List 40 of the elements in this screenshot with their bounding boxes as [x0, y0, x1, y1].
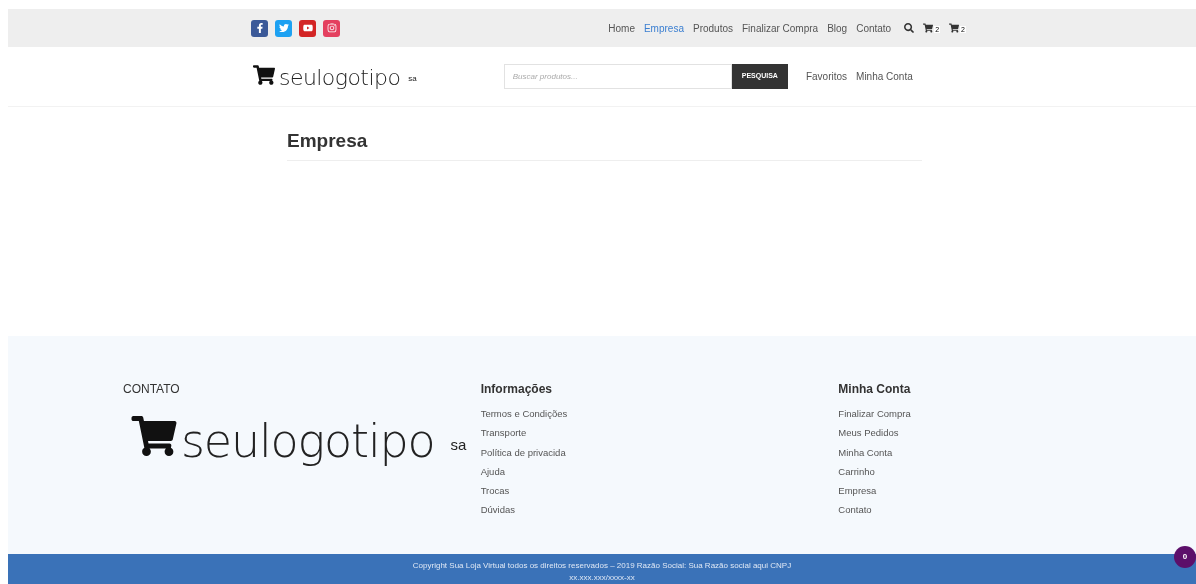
nav-link[interactable]: Contato [856, 20, 892, 36]
cart-icon[interactable] [949, 23, 960, 33]
logo-text: seulogotipo [181, 418, 435, 464]
header-link[interactable]: Minha Conta [856, 69, 913, 84]
facebook-icon[interactable] [251, 19, 268, 37]
footer-link[interactable]: Contato [838, 500, 1196, 520]
logo-suffix: sa [450, 434, 467, 455]
cart-count-badge[interactable]: 0 [1174, 546, 1196, 568]
logo-suffix: sa [408, 72, 417, 85]
logo-text: seulogotipo [279, 66, 401, 89]
header-link[interactable]: Favoritos [805, 69, 848, 84]
cart-icon [131, 416, 177, 456]
instagram-icon[interactable] [323, 19, 340, 37]
nav-link[interactable]: Finalizar Compra [742, 20, 819, 36]
footer-link[interactable]: Minha Conta [838, 442, 1196, 462]
page-title: Empresa [287, 129, 369, 153]
nav-link[interactable]: Empresa [643, 20, 684, 36]
footer-heading: CONTATO [123, 381, 181, 398]
footer-link[interactable]: Carrinho [838, 461, 1196, 482]
footer-link[interactable]: Dúvidas [480, 500, 839, 520]
youtube-icon[interactable] [299, 19, 316, 37]
nav-link[interactable]: Home [608, 20, 635, 36]
footer-link[interactable]: Meus Pedidos [838, 423, 1196, 443]
nav-link[interactable]: Produtos [692, 20, 733, 36]
footer-link[interactable]: Finalizar Compra [838, 404, 1196, 424]
copyright-text: xx.xxx.xxx/xxxx-xx [569, 572, 635, 584]
search-icon[interactable] [904, 23, 915, 33]
cart-icon [253, 64, 275, 85]
footer-link[interactable]: Trocas [480, 481, 839, 501]
cart-icon[interactable] [923, 23, 934, 33]
footer-heading: Minha Conta [838, 381, 912, 398]
nav-link[interactable]: Blog [827, 20, 848, 36]
twitter-icon[interactable] [275, 19, 292, 37]
footer-link[interactable]: Política de privacida [480, 442, 839, 462]
footer-link[interactable]: Transporte [480, 423, 839, 443]
copyright-text: Copyright Sua Loja Virtual todos os direitos reservados – 2019 Razão Social: Sua Razão social aqui CNPJ [412, 560, 792, 572]
footer-link[interactable]: Termos e Condições [480, 404, 839, 424]
footer-link[interactable]: Empresa [838, 481, 1196, 501]
footer-heading: Informações [480, 381, 554, 398]
footer-link[interactable]: Ajuda [480, 461, 839, 482]
